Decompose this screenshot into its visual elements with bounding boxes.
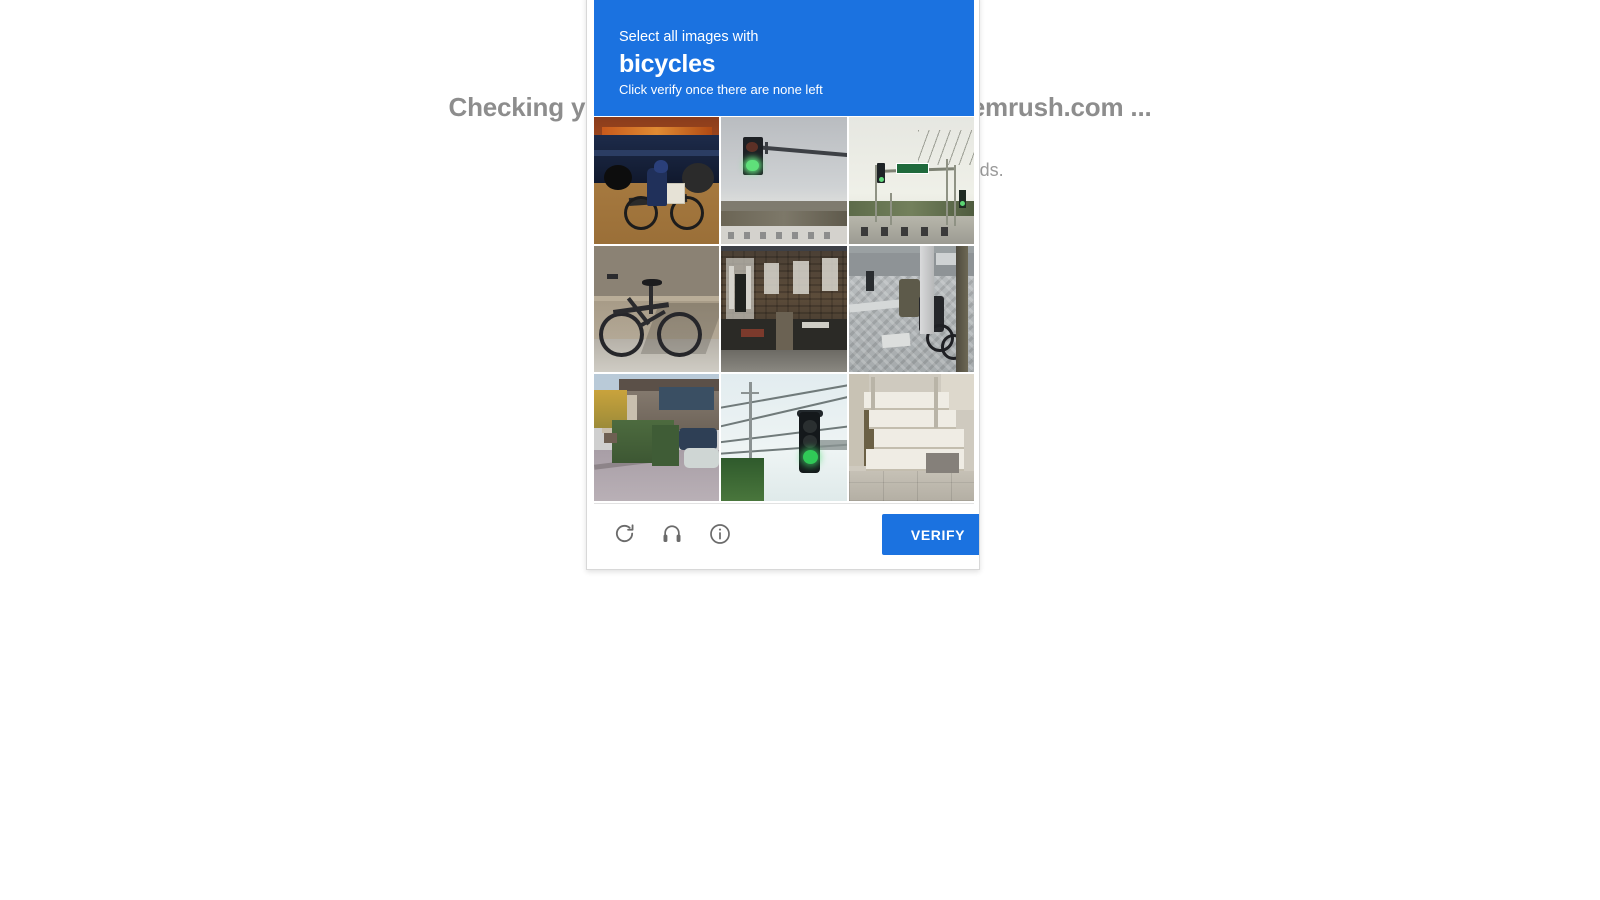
captcha-image-grid xyxy=(594,117,974,501)
captcha-target-object: bicycles xyxy=(619,50,716,78)
info-icon[interactable] xyxy=(707,521,733,547)
captcha-instruction: Select all images with xyxy=(619,29,759,45)
captcha-dialog: Select all images with bicycles Click ve… xyxy=(586,0,980,570)
tile-image-traffic-light-mast xyxy=(721,117,847,244)
captcha-tile-7[interactable] xyxy=(594,374,720,501)
reload-icon[interactable] xyxy=(611,521,637,547)
tile-image-hanging-traffic-light xyxy=(721,374,847,501)
tile-image-stone-steps xyxy=(848,374,974,501)
page-root: Checking your browser before accessing s… xyxy=(0,0,1600,900)
tile-image-cyclist-truck xyxy=(594,117,720,244)
captcha-tile-6[interactable] xyxy=(848,245,974,373)
captcha-hint: Click verify once there are none left xyxy=(619,82,823,97)
verify-button[interactable]: VERIFY xyxy=(882,514,979,555)
captcha-tile-1[interactable] xyxy=(594,117,720,244)
tile-image-bikes-by-pole xyxy=(848,245,974,373)
captcha-header: Select all images with bicycles Click ve… xyxy=(594,0,974,116)
captcha-tile-4[interactable] xyxy=(594,245,720,373)
captcha-footer: VERIFY xyxy=(594,503,979,563)
captcha-tile-8[interactable] xyxy=(721,374,847,501)
captcha-tile-2[interactable] xyxy=(721,117,847,244)
captcha-tool-group xyxy=(611,521,733,547)
tile-image-bicycle-against-wall xyxy=(594,245,720,373)
headphones-icon[interactable] xyxy=(659,521,685,547)
captcha-tile-3[interactable] xyxy=(848,117,974,244)
tile-image-intersection-street-sign xyxy=(848,117,974,244)
tile-image-suburban-street xyxy=(594,374,720,501)
captcha-tile-9[interactable] xyxy=(848,374,974,501)
captcha-tile-5[interactable] xyxy=(721,245,847,373)
tile-image-brick-terrace-houses xyxy=(721,245,847,373)
